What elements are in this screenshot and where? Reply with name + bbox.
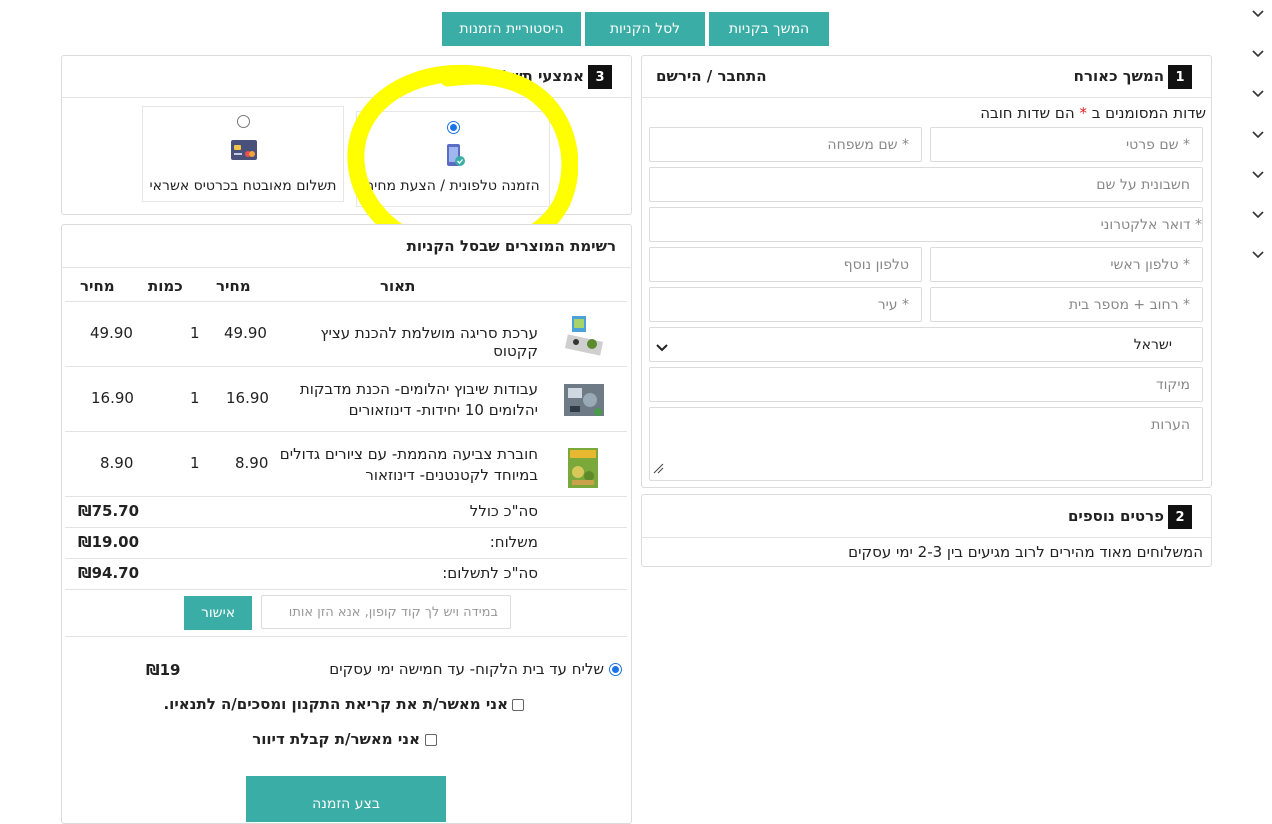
country-selected-value: ישראל — [1133, 336, 1172, 353]
extra-phone-field[interactable]: טלפון נוסף — [649, 247, 922, 282]
invoice-name-field[interactable]: חשבונית על שם — [649, 167, 1203, 202]
product-total: 8.90 — [100, 454, 134, 472]
product-price: 49.90 — [224, 324, 267, 342]
product-thumbnail[interactable] — [562, 446, 606, 490]
product-price: 16.90 — [226, 389, 269, 407]
additional-details-title: פרטים נוספים — [1067, 507, 1164, 525]
credit-card-radio[interactable] — [237, 115, 250, 128]
guest-checkout-title: המשך כאורח — [1073, 67, 1164, 85]
credit-card-icon — [230, 139, 258, 165]
product-thumbnail[interactable] — [562, 378, 606, 422]
chevron-down-icon — [656, 340, 668, 356]
step-number-badge: 1 — [1168, 65, 1192, 89]
to-cart-button[interactable]: לסל הקניות — [585, 12, 705, 46]
product-description[interactable]: ערכת סריגה מושלמת להכנת עציץ קקטוס — [276, 324, 538, 360]
terms-label: אני מאשר/ת את קריאת התקנון ומסכים/ה לתנא… — [163, 695, 508, 713]
grand-total-label: סה"כ לתשלום: — [442, 564, 538, 582]
cart-title: רשימת המוצרים שבסל הקניות — [406, 237, 616, 255]
col-header-qty: כמות — [148, 277, 183, 295]
col-header-total: מחיר — [80, 277, 115, 295]
continue-shopping-button[interactable]: המשך בקניות — [709, 12, 829, 46]
phone-order-radio[interactable] — [447, 121, 460, 134]
col-header-price: מחיר — [216, 277, 251, 295]
delivery-radio[interactable] — [609, 663, 622, 676]
zip-field[interactable]: מיקוד — [649, 367, 1203, 402]
shipping-label: משלוח: — [489, 533, 538, 551]
phone-order-label: הזמנה טלפונית / הצעת מחיר — [366, 178, 540, 194]
resize-handle-icon[interactable] — [652, 462, 664, 478]
subtotal-label: סה"כ כולל — [469, 502, 538, 520]
chevron-down-icon[interactable] — [1252, 127, 1266, 141]
subtotal-value: ₪75.70 — [78, 502, 140, 520]
phone-order-icon — [441, 143, 469, 173]
chevron-down-icon[interactable] — [1252, 46, 1266, 60]
order-history-button[interactable]: היסטוריית הזמנות — [442, 12, 581, 46]
product-description[interactable]: עבודות שיבוץ יהלומים- הכנת מדבקות יהלומי… — [276, 379, 538, 421]
login-register-link[interactable]: התחבר / הירשם — [656, 67, 767, 85]
delivery-option-label: שליח עד בית הלקוח- עד חמישה ימי עסקים — [329, 660, 604, 678]
chevron-down-icon[interactable] — [1252, 6, 1266, 20]
chevron-down-icon[interactable] — [1252, 247, 1266, 261]
coupon-input[interactable]: במידה ויש לך קוד קופון, אנא הזן אותו — [261, 595, 511, 629]
step-number-badge: 2 — [1168, 505, 1192, 529]
shipping-value: ₪19.00 — [78, 533, 140, 551]
col-header-description: תאור — [380, 277, 416, 295]
product-qty: 1 — [190, 389, 200, 407]
mailing-label: אני מאשר/ת קבלת דיוור — [252, 730, 420, 748]
required-fields-note: שדות המסומנים ב * הם שדות חובה — [980, 104, 1206, 122]
chevron-down-icon[interactable] — [1252, 167, 1266, 181]
product-qty: 1 — [190, 454, 200, 472]
grand-total-value: ₪94.70 — [78, 564, 140, 582]
street-field[interactable]: * רחוב + מספר בית — [930, 287, 1203, 322]
first-name-field[interactable]: * שם פרטי — [930, 127, 1203, 162]
submit-order-button[interactable]: בצע הזמנה — [246, 776, 446, 822]
product-price: 8.90 — [235, 454, 269, 472]
product-total: 49.90 — [90, 324, 133, 342]
product-description[interactable]: חוברת צביעה מהממת- עם ציורים גדולים במיו… — [276, 444, 538, 486]
email-field[interactable]: דואר אלקטרוני * — [649, 207, 1203, 242]
mailing-checkbox[interactable] — [425, 734, 437, 746]
step-number-badge: 3 — [588, 65, 612, 89]
product-total: 16.90 — [91, 389, 134, 407]
shipping-info-text: המשלוחים מאוד מהירים לרוב מגיעים בין 2-3… — [848, 543, 1203, 561]
payment-option-credit[interactable]: תשלום מאובטח בכרטיס אשראי — [142, 106, 344, 202]
chevron-down-icon[interactable] — [1252, 207, 1266, 221]
main-phone-field[interactable]: * טלפון ראשי — [930, 247, 1203, 282]
country-select[interactable]: ישראל — [649, 327, 1203, 362]
payment-option-phone[interactable]: הזמנה טלפונית / הצעת מחיר — [356, 111, 550, 207]
coupon-apply-button[interactable]: אישור — [184, 596, 252, 630]
city-field[interactable]: * עיר — [649, 287, 922, 322]
notes-textarea[interactable]: הערות — [649, 407, 1203, 481]
product-qty: 1 — [190, 324, 200, 342]
product-thumbnail[interactable] — [562, 314, 606, 358]
last-name-field[interactable]: * שם משפחה — [649, 127, 922, 162]
chevron-down-icon[interactable] — [1252, 86, 1266, 100]
credit-card-label: תשלום מאובטח בכרטיס אשראי — [149, 178, 337, 194]
payment-methods-title: אמצעי תשלום — [486, 67, 585, 85]
terms-checkbox[interactable] — [512, 699, 524, 711]
delivery-price: ₪19 — [146, 661, 181, 679]
